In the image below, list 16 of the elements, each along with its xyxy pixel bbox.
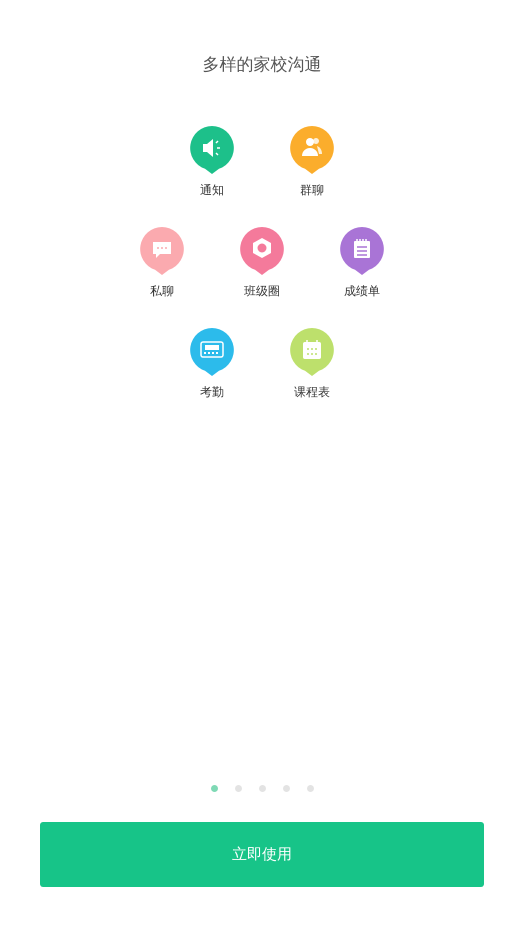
page-title: 多样的家校沟通 <box>202 54 322 76</box>
feature-label: 私聊 <box>150 284 174 298</box>
people-pin-icon[interactable] <box>290 126 334 174</box>
notepad-pin-icon[interactable] <box>340 227 384 275</box>
feature-label: 考勤 <box>200 385 224 399</box>
feature-label: 课程表 <box>294 385 330 399</box>
feature-label: 群聊 <box>300 183 324 197</box>
feature-label: 成绩单 <box>344 284 380 298</box>
hexagon-pin-icon[interactable] <box>240 227 284 275</box>
clock-pin-icon[interactable] <box>190 328 234 376</box>
feature-label: 班级圈 <box>244 284 280 298</box>
calendar-pin-icon[interactable] <box>290 328 334 376</box>
megaphone-pin-icon[interactable] <box>190 126 234 174</box>
start-button[interactable]: 立即使用 <box>40 822 484 887</box>
chat-pin-icon[interactable] <box>140 227 184 275</box>
feature-label: 通知 <box>200 183 224 197</box>
